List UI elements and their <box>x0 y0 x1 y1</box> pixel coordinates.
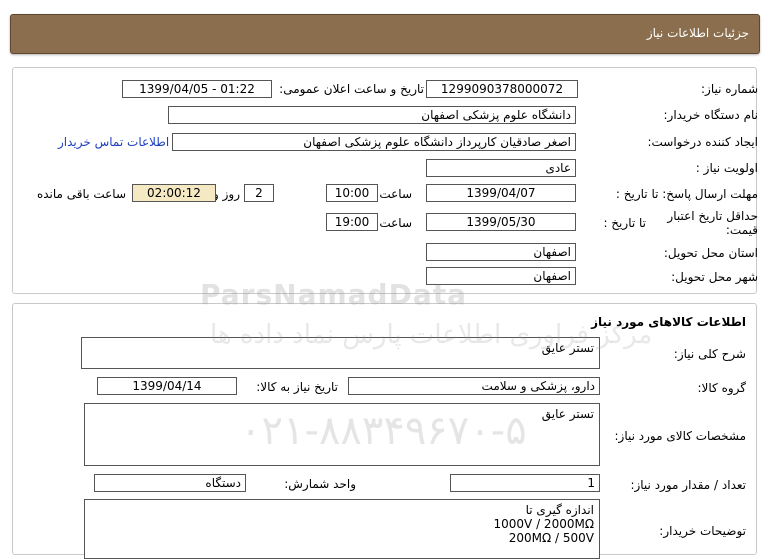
priority-label: اولویت نیاز : <box>695 161 758 175</box>
city-label: شهر محل تحویل: <box>671 270 758 284</box>
need-date-label: تاریخ نیاز به کالا: <box>256 380 338 394</box>
validity-date-field: 1399/05/30 <box>426 213 576 231</box>
buyer-org-label: نام دستگاه خریدار: <box>663 108 759 122</box>
qty-field: 1 <box>450 474 600 492</box>
priority-field: عادی <box>426 159 576 177</box>
buyer-notes-field: اندازه گیری تا 1000V / 2000MΩ 200MΩ / 50… <box>84 499 600 559</box>
spec-label: مشخصات کالای مورد نیاز: <box>614 429 746 443</box>
buyer-notes-label: توضیحات خریدار: <box>659 524 746 538</box>
announce-field: 1399/04/05 - 01:22 <box>122 80 272 98</box>
remaining-time-field: 02:00:12 <box>132 184 216 202</box>
requester-label: ایجاد کننده درخواست: <box>647 135 758 149</box>
validity-to-label: تا تاریخ : <box>603 216 646 230</box>
days-label: روز و <box>213 187 240 201</box>
validity-time-field: 19:00 <box>326 213 378 231</box>
qty-label: تعداد / مقدار مورد نیاز: <box>630 478 746 492</box>
page-header: جزئیات اطلاعات نیاز <box>10 14 760 54</box>
announce-label: تاریخ و ساعت اعلان عمومی: <box>279 82 424 96</box>
unit-field: دستگاه <box>94 474 246 492</box>
spec-field: تستر عایق <box>84 403 600 466</box>
unit-label: واحد شمارش: <box>284 477 356 491</box>
deadline-time-label: ساعت <box>379 187 412 201</box>
group-label: گروه کالا: <box>697 381 747 395</box>
province-label: استان محل تحویل: <box>663 246 758 260</box>
need-number-field: 1299090378000072 <box>426 80 578 98</box>
group-field: دارو، پزشکی و سلامت <box>348 377 600 395</box>
goods-section-title: اطلاعات کالاهای مورد نیاز <box>591 315 746 329</box>
need-number-label: شماره نیاز: <box>701 82 758 96</box>
buyer-notes-line-1: اندازه گیری تا <box>525 503 594 517</box>
summary-label: شرح کلی نیاز: <box>673 347 746 361</box>
need-date-field: 1399/04/14 <box>97 377 237 395</box>
request-info-panel <box>12 67 757 294</box>
remaining-label: ساعت باقی مانده <box>36 187 126 201</box>
deadline-label: مهلت ارسال پاسخ: تا تاریخ : <box>615 187 758 201</box>
contact-buyer-link[interactable]: اطلاعات تماس خریدار <box>58 135 169 149</box>
province-field: اصفهان <box>426 243 576 261</box>
deadline-time-field: 10:00 <box>326 184 378 202</box>
requester-field: اصغر صادقیان کارپرداز دانشگاه علوم پزشکی… <box>172 133 576 151</box>
days-field: 2 <box>244 184 274 202</box>
buyer-org-field: دانشگاه علوم پزشکی اصفهان <box>168 106 576 124</box>
city-field: اصفهان <box>426 267 576 285</box>
validity-time-label: ساعت <box>379 216 412 230</box>
summary-field: تستر عایق <box>81 337 600 369</box>
validity-label: حداقل تاریخ اعتبار قیمت: <box>667 209 758 237</box>
deadline-date-field: 1399/04/07 <box>426 184 576 202</box>
buyer-notes-line-2: 1000V / 2000MΩ <box>493 517 594 531</box>
page-title: جزئیات اطلاعات نیاز <box>646 26 749 40</box>
buyer-notes-line-3: 200MΩ / 500V <box>508 531 594 545</box>
